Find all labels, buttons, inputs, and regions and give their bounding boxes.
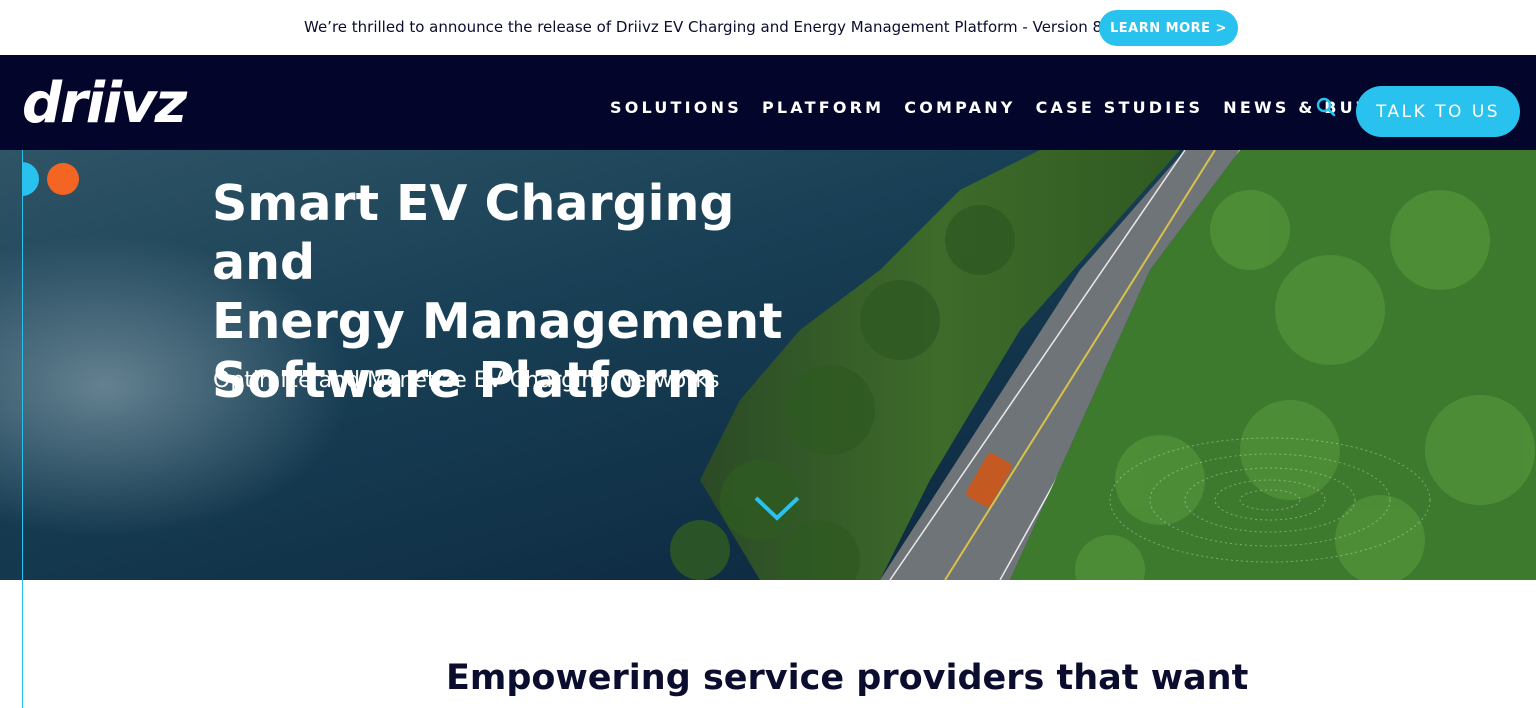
nav-item-case-studies[interactable]: CASE STUDIES: [1036, 98, 1204, 117]
decorative-vertical-line: [22, 150, 23, 708]
hero-title-line: Smart EV Charging and: [212, 175, 735, 291]
search-icon[interactable]: [1316, 97, 1336, 117]
nav-item-platform[interactable]: PLATFORM: [762, 98, 884, 117]
hero-subtitle: Optimize and Monetize EV Charging Networ…: [213, 368, 720, 393]
hero-banner: Smart EV Charging and Energy Management …: [0, 150, 1536, 580]
announcement-text: We’re thrilled to announce the release o…: [304, 18, 1103, 36]
announcement-bar: We’re thrilled to announce the release o…: [0, 0, 1536, 55]
nav-item-solutions[interactable]: SOLUTIONS: [610, 98, 742, 117]
learn-more-button[interactable]: LEARN MORE >: [1099, 10, 1238, 46]
talk-to-us-button[interactable]: TALK TO US: [1356, 86, 1520, 137]
nav-item-company[interactable]: COMPANY: [904, 98, 1015, 117]
logo-wordmark: driivz: [22, 71, 187, 136]
driivz-logo[interactable]: driivz: [22, 71, 187, 136]
chevron-down-icon[interactable]: [752, 492, 802, 524]
nav-links: SOLUTIONS PLATFORM COMPANY CASE STUDIES …: [610, 98, 1405, 117]
decorative-dots-icon: [22, 162, 79, 196]
hero-title-line: Energy Management: [212, 293, 783, 350]
main-nav: driivz SOLUTIONS PLATFORM COMPANY CASE S…: [0, 55, 1536, 150]
section-heading: Empowering service providers that want: [446, 658, 1249, 698]
